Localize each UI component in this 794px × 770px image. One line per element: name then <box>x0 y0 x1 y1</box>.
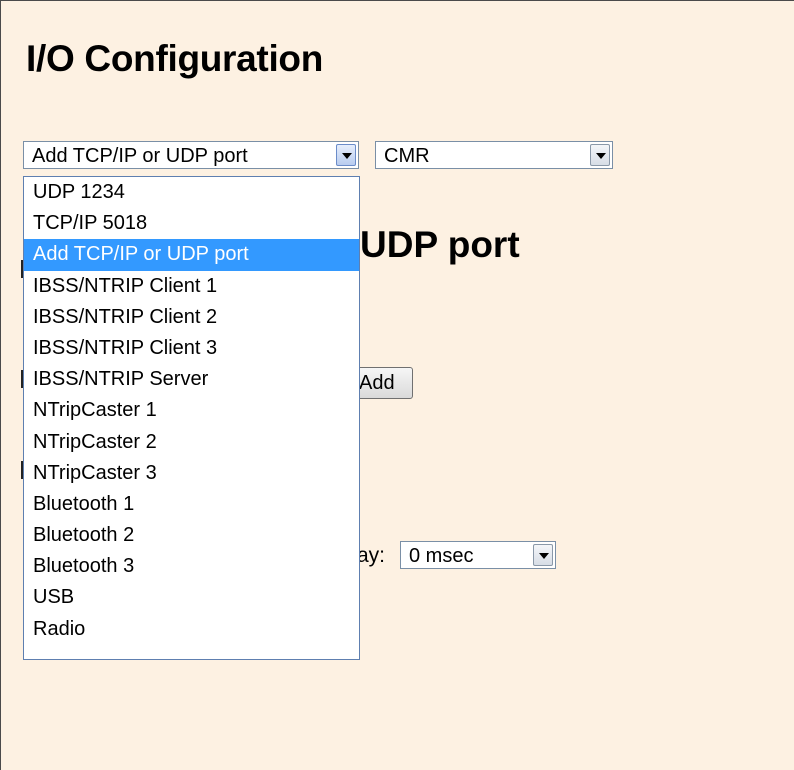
format-select[interactable]: CMR <box>375 141 613 169</box>
dropdown-option[interactable]: Add TCP/IP or UDP port <box>24 239 359 271</box>
dropdown-option[interactable]: NTripCaster 2 <box>24 427 359 458</box>
format-select-value: CMR <box>384 145 430 167</box>
dropdown-option[interactable]: IBSS/NTRIP Client 2 <box>24 302 359 333</box>
section-heading: UDP port <box>360 224 520 265</box>
delay-select-value: 0 msec <box>409 545 474 567</box>
dropdown-option[interactable]: Radio <box>24 614 359 645</box>
dropdown-option[interactable]: Bluetooth 2 <box>24 520 359 551</box>
dropdown-option[interactable]: NTripCaster 1 <box>24 395 359 426</box>
page-title: I/O Configuration <box>26 38 324 79</box>
dropdown-option[interactable]: IBSS/NTRIP Server <box>24 364 359 395</box>
dropdown-option[interactable]: Bluetooth 3 <box>24 551 359 582</box>
delay-label: ay: <box>357 544 386 567</box>
port-select[interactable]: Add TCP/IP or UDP port <box>23 141 359 169</box>
dropdown-option[interactable]: USB <box>24 582 359 613</box>
port-dropdown-list[interactable]: UDP 1234 TCP/IP 5018 Add TCP/IP or UDP por… <box>23 176 360 660</box>
chevron-down-icon[interactable] <box>590 144 610 166</box>
port-select-value: Add TCP/IP or UDP port <box>32 145 248 167</box>
dropdown-option[interactable]: UDP 1234 <box>24 177 359 208</box>
dropdown-option[interactable]: TCP/IP 5018 <box>24 208 359 239</box>
dropdown-option[interactable]: IBSS/NTRIP Client 1 <box>24 271 359 302</box>
dropdown-option[interactable]: IBSS/NTRIP Client 3 <box>24 333 359 364</box>
delay-select[interactable]: 0 msec <box>400 541 556 569</box>
add-button[interactable]: Add <box>352 367 413 399</box>
chevron-down-icon[interactable] <box>533 544 553 566</box>
dropdown-option[interactable]: Bluetooth 1 <box>24 489 359 520</box>
dropdown-option[interactable]: NTripCaster 3 <box>24 458 359 489</box>
chevron-down-icon[interactable] <box>336 144 356 166</box>
